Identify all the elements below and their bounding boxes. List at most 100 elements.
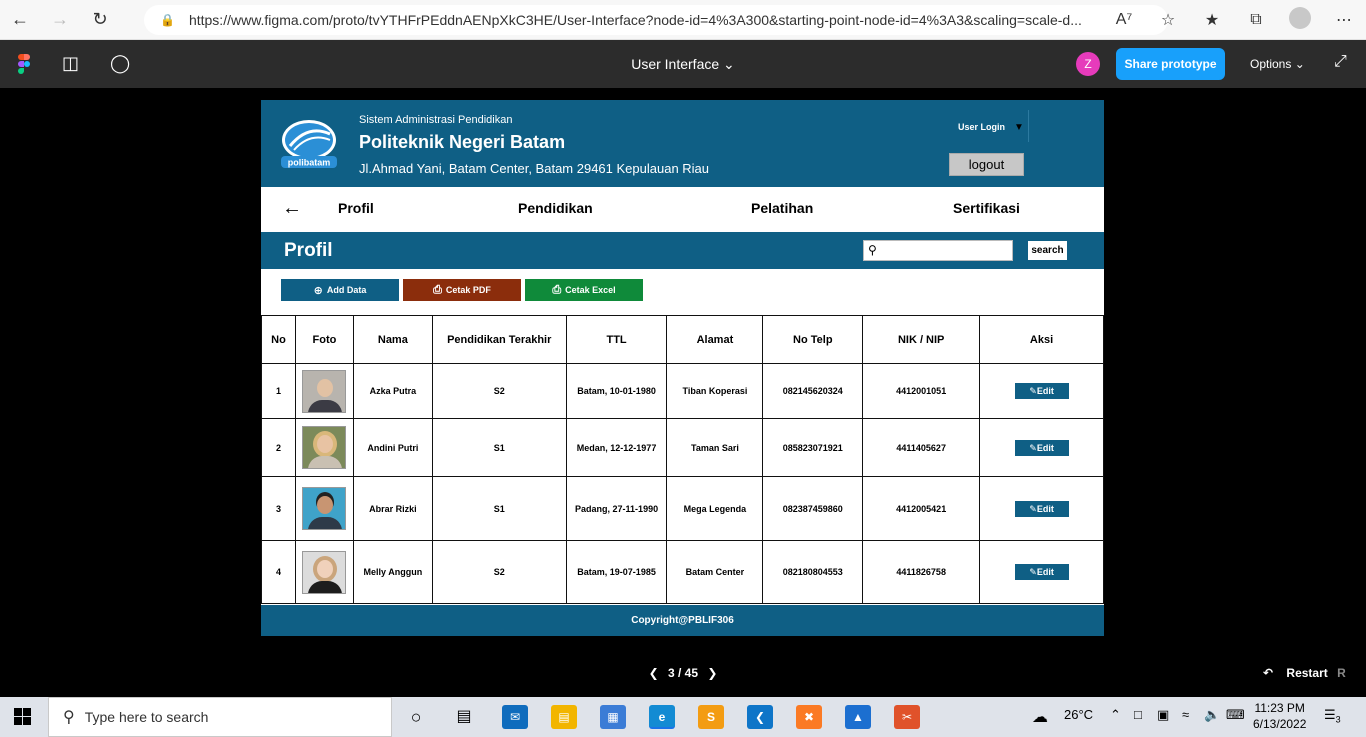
search-input[interactable]: ⚲: [863, 240, 1013, 261]
prev-page-icon[interactable]: ❮: [649, 666, 659, 680]
profile-icon[interactable]: [1278, 6, 1322, 34]
sublime-text-icon[interactable]: S: [698, 705, 724, 729]
add-favorite-icon[interactable]: ☆: [1146, 10, 1190, 30]
options-button[interactable]: Options ⌄: [1250, 57, 1305, 71]
back-arrow-icon[interactable]: ←: [282, 197, 302, 220]
back-arrow-icon[interactable]: ←: [0, 0, 40, 40]
edit-button[interactable]: ✎Edit: [1014, 564, 1069, 580]
search-icon: ⚲: [868, 243, 877, 257]
options-label: Options: [1250, 57, 1292, 71]
logout-button[interactable]: logout: [949, 153, 1024, 176]
nama-cell: Azka Putra: [352, 363, 433, 419]
page-number: 3 / 45: [667, 666, 699, 680]
system-clock[interactable]: 11:23 PM 6/13/2022: [1253, 700, 1306, 732]
nama-cell: Melly Anggun: [352, 540, 433, 604]
cetak-pdf-label: Cetak PDF: [445, 285, 491, 295]
refresh-icon[interactable]: ↻: [80, 0, 120, 40]
snipping-tool-icon[interactable]: ✂: [894, 705, 920, 729]
table-row: 1 Azka Putra S2 Batam, 10-01-1980 Tiban …: [261, 363, 1104, 419]
temperature[interactable]: 26°C: [1064, 707, 1093, 722]
mail-icon[interactable]: ✉: [502, 705, 528, 729]
nik-cell: 4411405627: [862, 418, 981, 477]
wifi-icon[interactable]: ≈: [1182, 707, 1189, 722]
clock-time: 11:23 PM: [1254, 701, 1305, 715]
collections-icon[interactable]: ⧉: [1234, 11, 1278, 29]
row-number: 4: [261, 540, 296, 604]
app-header: polibatam Sistem Administrasi Pendidikan…: [261, 100, 1104, 187]
column-header: No: [261, 315, 296, 364]
show-hidden-icons-icon[interactable]: ⌃: [1110, 707, 1121, 723]
alamat-cell: Batam Center: [666, 540, 764, 604]
meet-now-icon[interactable]: □: [1134, 707, 1142, 722]
expand-icon[interactable]: ⤢: [1334, 53, 1347, 71]
notifications-icon[interactable]: ☰3: [1324, 707, 1341, 725]
nav-item-pendidikan[interactable]: Pendidikan: [518, 200, 593, 216]
nik-cell: 4411826758: [862, 540, 981, 604]
lock-icon: 🔒: [160, 13, 175, 27]
weather-icon[interactable]: ☁: [1032, 707, 1048, 727]
taskbar: ⚲ Type here to search ○ ▤ ✉ ▤ ▦ e S ❮ ✖ …: [0, 697, 1366, 737]
forward-arrow-icon[interactable]: →: [40, 0, 80, 40]
vscode-icon[interactable]: ❮: [747, 705, 773, 729]
xampp-icon[interactable]: ✖: [796, 705, 822, 729]
user-login-dropdown[interactable]: User Login: [958, 122, 1005, 132]
column-header: Nama: [352, 315, 433, 364]
search-button[interactable]: search: [1028, 241, 1067, 260]
read-aloud-icon[interactable]: A⁷: [1102, 11, 1146, 29]
page-indicator: ❮ 3 / 45 ❯: [0, 666, 1366, 680]
row-number: 1: [261, 363, 296, 419]
edit-button[interactable]: ✎Edit: [1014, 439, 1069, 456]
edit-button[interactable]: ✎Edit: [1014, 383, 1069, 399]
nav-item-pelatihan[interactable]: Pelatihan: [751, 200, 813, 216]
nav-item-sertifikasi[interactable]: Sertifikasi: [953, 200, 1020, 216]
alamat-cell: Taman Sari: [666, 418, 764, 477]
user-photo: [302, 550, 347, 594]
cetak-excel-button[interactable]: ⎙ Cetak Excel: [525, 279, 643, 301]
user-photo: [302, 369, 347, 413]
photos-icon[interactable]: ▲: [845, 705, 871, 729]
clock-date: 6/13/2022: [1253, 717, 1307, 731]
taskbar-search-input[interactable]: ⚲ Type here to search: [48, 697, 392, 737]
printer-icon: ⎙: [433, 283, 442, 296]
restart-button[interactable]: ↶ Restart R: [1263, 666, 1346, 680]
windows-start-icon[interactable]: [14, 708, 32, 726]
nik-cell: 4412005421: [862, 476, 981, 541]
address-bar[interactable]: 🔒 https://www.figma.com/proto/tvYTHFrPEd…: [144, 5, 1168, 35]
telp-cell: 082145620324: [762, 363, 864, 419]
photo-cell: [294, 540, 354, 604]
restart-shortcut: R: [1337, 666, 1346, 680]
nav-item-profil[interactable]: Profil: [338, 200, 374, 216]
cetak-pdf-button[interactable]: ⎙ Cetak PDF: [403, 279, 521, 301]
edge-icon[interactable]: e: [649, 705, 675, 729]
photo-cell: [294, 418, 354, 477]
file-title[interactable]: User Interface: [631, 56, 719, 72]
pencil-icon: ✎: [1029, 567, 1037, 577]
alamat-cell: Mega Legenda: [666, 476, 764, 541]
edit-button[interactable]: ✎Edit: [1014, 500, 1069, 517]
volume-icon[interactable]: 🔈: [1204, 707, 1220, 723]
telp-cell: 085823071921: [762, 418, 864, 477]
nama-cell: Andini Putri: [352, 418, 433, 477]
store-icon[interactable]: ▦: [600, 705, 626, 729]
column-header: Pendidikan Terakhir: [431, 315, 567, 364]
user-avatar[interactable]: Z: [1076, 52, 1100, 76]
taskbar-search-placeholder: Type here to search: [84, 709, 209, 725]
task-view-icon[interactable]: ▤: [451, 705, 477, 729]
profile-table: No Foto Nama Pendidikan Terakhir TTL Ala…: [261, 315, 1104, 604]
header-address: Jl.Ahmad Yani, Batam Center, Batam 29461…: [359, 161, 710, 176]
row-number: 3: [261, 476, 296, 541]
security-icon[interactable]: ▣: [1157, 707, 1169, 723]
more-menu-icon[interactable]: ⋯: [1322, 10, 1366, 30]
chevron-down-icon[interactable]: ⌄: [723, 56, 735, 72]
favorites-icon[interactable]: ★: [1190, 10, 1234, 30]
column-header: Aksi: [979, 315, 1104, 364]
cortana-icon[interactable]: ○: [403, 705, 429, 729]
next-page-icon[interactable]: ❯: [707, 666, 717, 680]
section-title: Profil: [284, 240, 333, 261]
share-prototype-button[interactable]: Share prototype: [1116, 48, 1225, 80]
caret-down-icon[interactable]: ▼: [1014, 122, 1024, 133]
add-data-button[interactable]: ⊕ Add Data: [281, 279, 399, 301]
ttl-cell: Padang, 27-11-1990: [565, 476, 668, 541]
file-explorer-icon[interactable]: ▤: [551, 705, 577, 729]
language-icon[interactable]: ⌨: [1226, 707, 1245, 723]
